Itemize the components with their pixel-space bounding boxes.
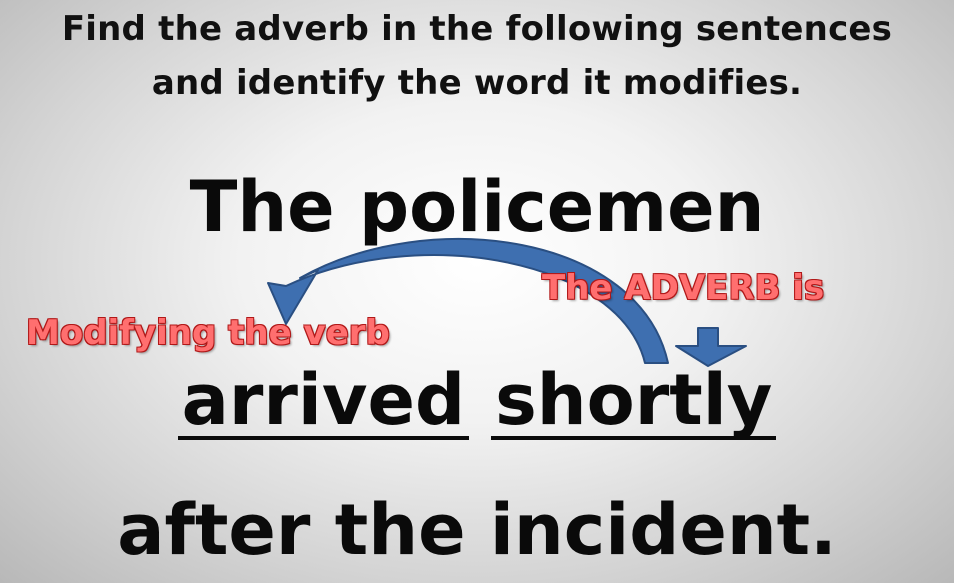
sentence-line-3: after the incident. [117,489,837,571]
sentence-line-2: arrived shortly [0,350,954,450]
modifying-label: Modifying the verb [26,313,390,353]
adverb-label: The ADVERB is [542,268,825,308]
adverb-underline [491,436,777,440]
verb-text: arrived [181,359,466,441]
adverb-text: shortly [495,359,773,441]
slide: Find the adverb in the following sentenc… [0,0,954,583]
verb-word: arrived [177,350,470,450]
verb-underline [177,436,470,440]
adverb-word: shortly [491,350,777,450]
